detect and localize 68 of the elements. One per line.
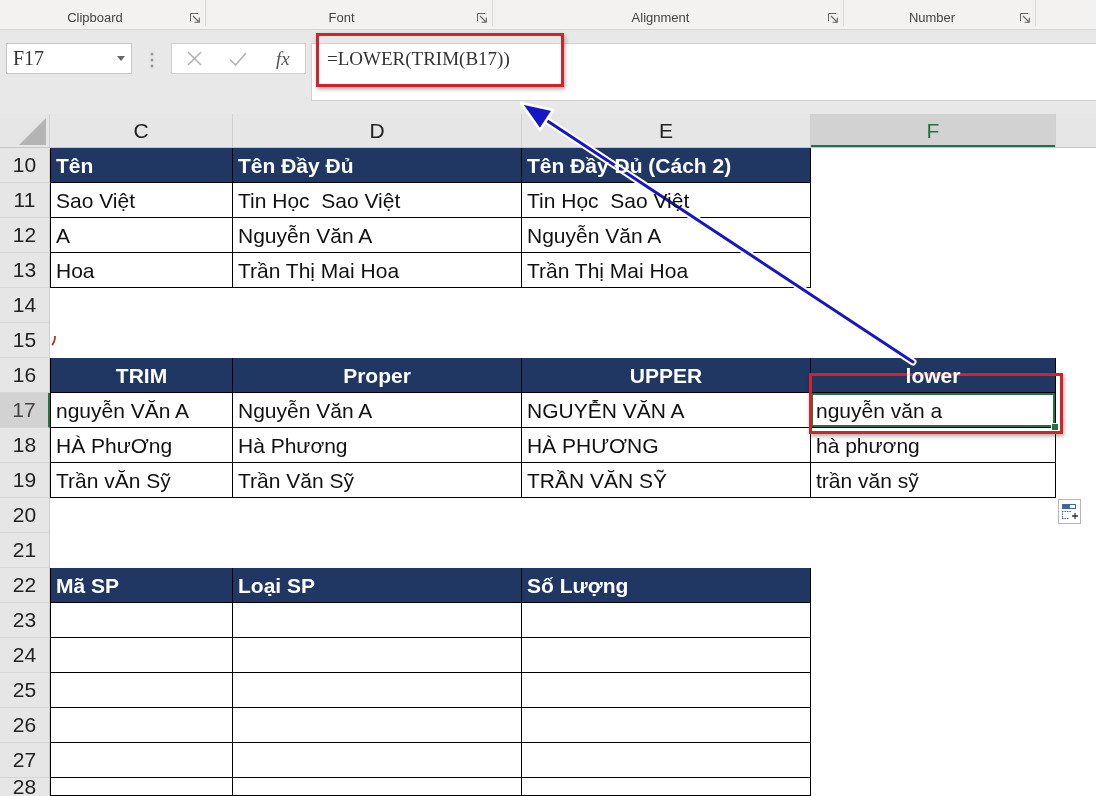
row-header[interactable]: 16 [0, 358, 50, 393]
table-cell: HÀ PhưƠng [50, 428, 233, 463]
fill-handle[interactable] [1051, 423, 1059, 431]
grip-dots-icon [150, 52, 154, 68]
formula-field[interactable]: =LOWER(TRIM(B17)) [311, 43, 1096, 101]
table-cell: Sao Việt [50, 183, 233, 218]
row-header[interactable]: 19 [0, 463, 50, 498]
header-cell: Proper [233, 358, 522, 393]
row-header[interactable]: 26 [0, 708, 50, 743]
row-header[interactable]: 15 [0, 323, 50, 358]
header-cell: Tên Đầy Đủ [233, 148, 522, 183]
table-cell: Trần vĂn Sỹ [50, 463, 233, 498]
header-cell: Loại SP [233, 568, 522, 603]
group-label: Number [907, 9, 957, 25]
insert-function-button[interactable]: fx [260, 44, 305, 73]
row-header[interactable]: 24 [0, 638, 50, 673]
row-header[interactable]: 21 [0, 533, 50, 568]
close-icon [186, 51, 202, 66]
table-cell: Trần Thị Mai Hoa [233, 253, 522, 288]
group-label: Clipboard [66, 9, 124, 25]
table-cell: nguyễn VĂn A [50, 393, 233, 428]
row-header[interactable]: 13 [0, 253, 50, 288]
header-cell: Số Lượng [522, 568, 811, 603]
row-header[interactable]: 10 [0, 148, 50, 183]
table-cell: trần văn sỹ [811, 463, 1056, 498]
table-cell: A [50, 218, 233, 253]
table-cell: TRẦN VĂN SỸ [522, 463, 811, 498]
name-box[interactable]: F17 [6, 43, 132, 74]
column-header[interactable]: C [50, 114, 233, 147]
autofill-options-icon[interactable] [1058, 499, 1081, 524]
table-cell: Nguyễn Văn A [233, 218, 522, 253]
row-header[interactable]: 25 [0, 673, 50, 708]
launcher-icon[interactable] [477, 13, 487, 23]
table-cell: Trần Văn Sỹ [233, 463, 522, 498]
table-cell: nguyễn văn a [811, 393, 1056, 428]
table-cell: Nguyễn Văn A [522, 218, 811, 253]
header-cell: Tên [50, 148, 233, 183]
triangle-icon [19, 118, 46, 145]
launcher-icon[interactable] [1020, 13, 1030, 23]
column-header[interactable]: D [233, 114, 522, 147]
group-label: Font [327, 9, 356, 25]
row-header[interactable]: 20 [0, 498, 50, 533]
launcher-icon[interactable] [828, 13, 838, 23]
row-header[interactable]: 11 [0, 183, 50, 218]
row-header[interactable]: 28 [0, 778, 50, 796]
launcher-icon[interactable] [190, 13, 200, 23]
table-cell: HÀ PHƯƠNG [522, 428, 811, 463]
table-cell: NGUYỄN VĂN A [522, 393, 811, 428]
row-header[interactable]: 14 [0, 288, 50, 323]
group-label: Alignment [630, 9, 691, 25]
stroke-mark-icon [51, 335, 56, 346]
caret-icon[interactable] [117, 56, 125, 61]
table-cell: Hà Phương [233, 428, 522, 463]
header-cell: TRIM [50, 358, 233, 393]
check-icon [229, 51, 248, 66]
row-header[interactable]: 22 [0, 568, 50, 603]
row-header[interactable]: 18 [0, 428, 50, 463]
row-header[interactable]: 17 [0, 393, 50, 428]
row-header[interactable]: 12 [0, 218, 50, 253]
row-header[interactable]: 23 [0, 603, 50, 638]
table-cell: Hoa [50, 253, 233, 288]
column-header[interactable]: F [811, 114, 1056, 147]
row-header[interactable]: 27 [0, 743, 50, 778]
header-cell: Mã SP [50, 568, 233, 603]
header-cell: UPPER [522, 358, 811, 393]
table-cell: Trần Thị Mai Hoa [522, 253, 811, 288]
table-cell: Tin Học Sao Việt [233, 183, 522, 218]
table-cell: Nguyễn Văn A [233, 393, 522, 428]
